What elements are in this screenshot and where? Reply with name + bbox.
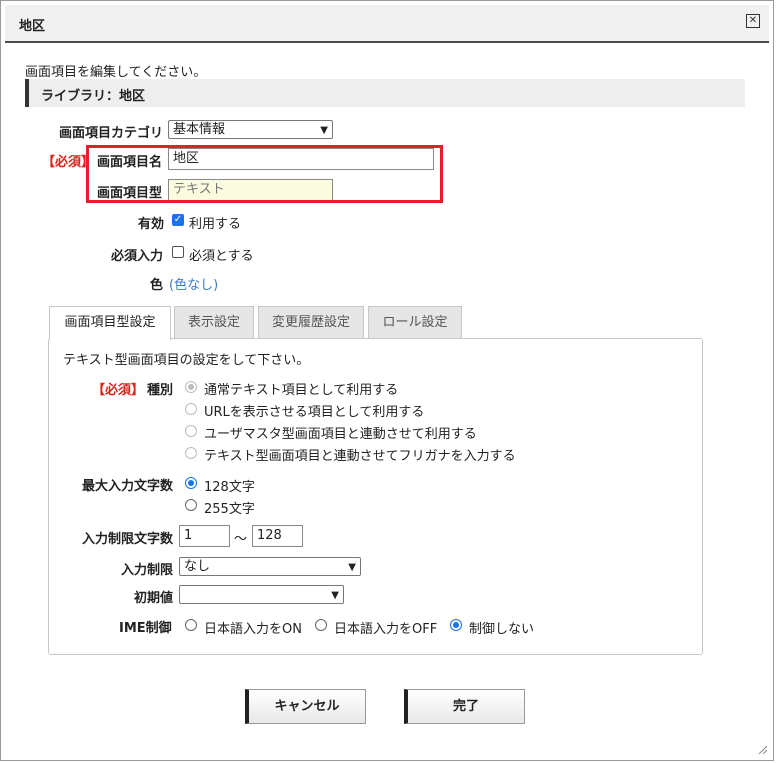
limit-separator: ～ bbox=[234, 532, 248, 547]
input-restriction-label: 入力制限 bbox=[121, 563, 174, 578]
max-length-radio-128[interactable] bbox=[185, 477, 197, 489]
kind-radio-normal bbox=[185, 381, 197, 393]
panel-description: テキスト型画面項目の設定をして下さい。 bbox=[63, 353, 310, 368]
library-bar: ライブラリ：地区 bbox=[25, 79, 745, 107]
max-length-option-128[interactable]: 128文字 bbox=[204, 476, 255, 495]
kind-label: 種別 bbox=[147, 383, 174, 398]
kind-radio-url bbox=[185, 403, 197, 415]
limit-range-label: 入力制限文字数 bbox=[82, 532, 174, 547]
color-label: 色 bbox=[150, 278, 164, 293]
kind-option-furigana: テキスト型画面項目と連動させてフリガナを入力する bbox=[204, 449, 516, 464]
chevron-down-icon: ▼ bbox=[320, 125, 328, 136]
highlight-box bbox=[86, 145, 443, 203]
dialog-title: 地区 bbox=[19, 19, 46, 34]
chevron-down-icon: ▼ bbox=[331, 590, 339, 601]
chevron-down-icon: ▼ bbox=[348, 562, 356, 573]
enabled-checkbox-label[interactable]: 利用する bbox=[189, 213, 241, 232]
enabled-label: 有効 bbox=[138, 217, 165, 232]
close-icon[interactable]: ✕ bbox=[746, 14, 760, 28]
ime-option-off[interactable]: 日本語入力をOFF bbox=[334, 618, 437, 637]
library-bar-label: ライブラリ：地区 bbox=[41, 89, 146, 104]
tab-role-settings[interactable]: ロール設定 bbox=[368, 306, 462, 338]
category-select[interactable]: 基本情報 ▼ bbox=[168, 120, 333, 139]
category-label: 画面項目カテゴリ bbox=[59, 126, 164, 141]
ime-radio-off[interactable] bbox=[315, 619, 327, 631]
tab-display-settings[interactable]: 表示設定 bbox=[174, 306, 254, 338]
ime-option-none[interactable]: 制御しない bbox=[469, 618, 534, 637]
required-input-label: 必須入力 bbox=[111, 249, 164, 264]
ime-radio-none[interactable] bbox=[450, 619, 462, 631]
ime-option-on[interactable]: 日本語入力をON bbox=[204, 618, 302, 637]
edit-dialog: 地区 ✕ 画面項目を編集してください。 ライブラリ：地区 画面項目カテゴリ 基本… bbox=[0, 0, 774, 761]
input-restriction-select[interactable]: なし ▼ bbox=[179, 557, 361, 576]
enabled-checkbox[interactable]: ✓ bbox=[172, 214, 184, 226]
input-restriction-value: なし bbox=[184, 559, 211, 574]
kind-required-tag: 【必須】 bbox=[92, 383, 145, 398]
max-length-option-255[interactable]: 255文字 bbox=[204, 498, 255, 517]
tab-history-settings[interactable]: 変更履歴設定 bbox=[258, 306, 364, 338]
kind-radio-user-master bbox=[185, 425, 197, 437]
dialog-titlebar[interactable]: 地区 ✕ bbox=[5, 5, 769, 43]
category-select-value: 基本情報 bbox=[173, 122, 226, 137]
intro-text: 画面項目を編集してください。 bbox=[25, 65, 207, 80]
kind-option-normal: 通常テキスト項目として利用する bbox=[204, 383, 399, 398]
initial-value-label: 初期値 bbox=[134, 591, 174, 606]
cancel-button[interactable]: キャンセル bbox=[245, 689, 366, 724]
ime-label: IME制御 bbox=[119, 621, 172, 636]
done-button[interactable]: 完了 bbox=[404, 689, 525, 724]
max-length-label: 最大入力文字数 bbox=[82, 479, 174, 494]
color-picker-link[interactable]: (色なし) bbox=[169, 274, 218, 293]
initial-value-select[interactable]: ▼ bbox=[179, 585, 344, 604]
kind-option-url: URLを表示させる項目として利用する bbox=[204, 405, 425, 420]
limit-min-input[interactable]: 1 bbox=[179, 525, 230, 547]
max-length-radio-255[interactable] bbox=[185, 499, 197, 511]
required-input-checkbox-label[interactable]: 必須とする bbox=[189, 245, 254, 264]
ime-radio-on[interactable] bbox=[185, 619, 197, 631]
limit-max-input[interactable]: 128 bbox=[252, 525, 303, 547]
required-input-checkbox[interactable] bbox=[172, 246, 184, 258]
kind-option-user-master: ユーザマスタ型画面項目と連動させて利用する bbox=[204, 427, 477, 442]
kind-radio-furigana bbox=[185, 447, 197, 459]
tab-item-type-settings[interactable]: 画面項目型設定 bbox=[49, 306, 171, 340]
resize-handle-icon[interactable] bbox=[757, 744, 767, 754]
